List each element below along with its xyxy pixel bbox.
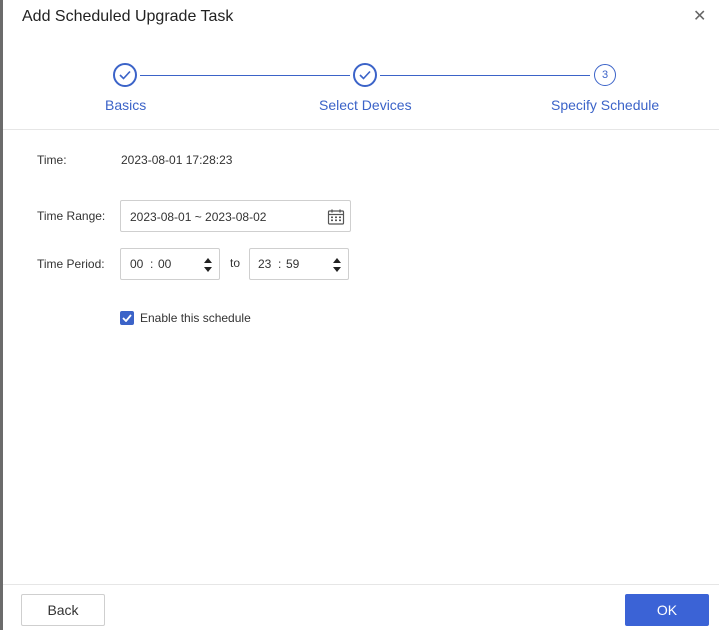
end-minute[interactable]: 59	[286, 257, 299, 271]
start-separator: :	[150, 257, 154, 271]
close-icon[interactable]: ✕	[693, 8, 706, 26]
header-divider	[3, 129, 719, 130]
time-value: 2023-08-01 17:28:23	[121, 153, 233, 167]
step-label-basics: Basics	[105, 97, 147, 113]
add-scheduled-upgrade-dialog: Add Scheduled Upgrade Task ✕ 3 Basics Se…	[0, 0, 719, 630]
footer-divider	[3, 584, 719, 585]
start-hour[interactable]: 00	[130, 257, 143, 271]
step-connector-1	[140, 75, 350, 76]
dialog-title: Add Scheduled Upgrade Task	[22, 8, 234, 25]
time-range-input[interactable]: 2023-08-01 ~ 2023-08-02	[120, 200, 351, 232]
step-label-select-devices: Select Devices	[319, 97, 412, 113]
enable-schedule-label[interactable]: Enable this schedule	[140, 311, 251, 325]
time-range-label: Time Range:	[37, 209, 106, 223]
to-label: to	[230, 256, 241, 270]
enable-schedule-checkbox[interactable]	[120, 311, 134, 325]
time-period-label: Time Period:	[37, 257, 105, 271]
start-time-spinner-icon[interactable]	[203, 255, 213, 275]
time-range-value: 2023-08-01 ~ 2023-08-02	[130, 210, 267, 224]
end-time-spinner-icon[interactable]	[332, 255, 342, 275]
start-time-input[interactable]: 00 : 00	[120, 248, 220, 280]
step-basics-check-icon	[113, 63, 137, 87]
checkmark-icon	[122, 314, 132, 322]
back-button[interactable]: Back	[21, 594, 105, 626]
end-separator: :	[278, 257, 282, 271]
step-select-devices-check-icon	[353, 63, 377, 87]
step-label-specify-schedule: Specify Schedule	[551, 97, 660, 113]
time-label: Time:	[37, 153, 67, 167]
calendar-icon[interactable]	[327, 208, 345, 226]
step-connector-2	[380, 75, 590, 76]
end-hour[interactable]: 23	[258, 257, 271, 271]
start-minute[interactable]: 00	[158, 257, 171, 271]
step-specify-schedule-number: 3	[594, 64, 616, 86]
ok-button[interactable]: OK	[625, 594, 709, 626]
end-time-input[interactable]: 23 : 59	[249, 248, 349, 280]
